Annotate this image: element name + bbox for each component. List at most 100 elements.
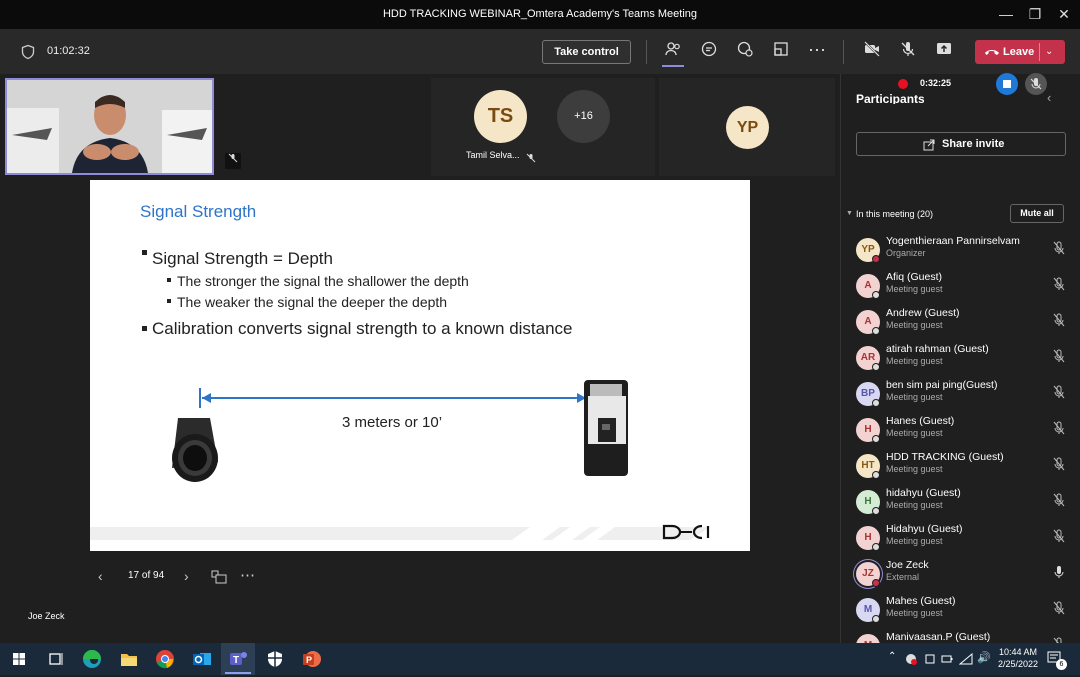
participant-row[interactable]: M Mahes (Guest) Meeting guest [856, 595, 1071, 631]
task-view-icon[interactable] [42, 646, 68, 672]
mic-off-icon[interactable] [1051, 421, 1067, 437]
mic-off-icon[interactable] [1051, 241, 1067, 257]
chevron-down-icon[interactable]: ▼ [846, 210, 853, 217]
chevron-down-icon[interactable]: ⌄ [1045, 40, 1053, 64]
previous-slide-button[interactable]: ‹ [98, 568, 112, 584]
slide-title: Signal Strength [140, 202, 257, 221]
breakout-rooms-icon[interactable] [769, 40, 793, 64]
share-screen-icon[interactable] [932, 40, 956, 64]
mic-on-icon[interactable] [1051, 565, 1067, 581]
participant-row[interactable]: YP Yogenthieraan Pannirselvam Organizer [856, 235, 1071, 271]
mic-off-icon[interactable] [1051, 349, 1067, 365]
participant-role: External [886, 572, 920, 582]
overflow-participants-button[interactable]: +16 [557, 90, 610, 143]
slide-bullet: Calibration converts signal strength to … [152, 319, 573, 338]
slide-more-icon[interactable]: ⋯ [240, 566, 255, 584]
clock-date: 2/25/2022 [997, 659, 1039, 669]
mic-off-icon[interactable] [1051, 313, 1067, 329]
mic-off-icon[interactable] [1051, 457, 1067, 473]
participant-name: Hidahyu (Guest) [886, 523, 963, 535]
drill-head-icon [172, 418, 218, 482]
take-control-button[interactable]: Take control [542, 40, 631, 64]
recording-timer: 0:32:25 [920, 78, 952, 88]
participant-row[interactable]: AR atirah rahman (Guest) Meeting guest [856, 343, 1071, 379]
mic-off-icon[interactable] [1051, 277, 1067, 293]
participant-tile-ts[interactable] [431, 78, 655, 176]
participant-row[interactable]: A Andrew (Guest) Meeting guest [856, 307, 1071, 343]
share-invite-button[interactable]: Share invite [856, 132, 1066, 156]
tray-device-icon[interactable] [924, 652, 936, 664]
participants-icon[interactable] [661, 40, 685, 64]
participant-row[interactable]: BP ben sim pai ping(Guest) Meeting guest [856, 379, 1071, 415]
outlook-icon[interactable] [189, 646, 215, 672]
mute-all-button[interactable]: Mute all [1010, 204, 1064, 223]
presence-status-icon [872, 255, 880, 263]
leave-divider [1039, 43, 1040, 61]
wifi-icon[interactable] [958, 652, 973, 665]
participant-row[interactable]: H Hanes (Guest) Meeting guest [856, 415, 1071, 451]
mic-off-icon[interactable] [1051, 385, 1067, 401]
taskbar-clock[interactable]: 10:44 AM 2/25/2022 [994, 647, 1042, 669]
notification-badge: 6 [1056, 659, 1067, 670]
participant-row[interactable]: HT HDD TRACKING (Guest) Meeting guest [856, 451, 1071, 487]
leave-label: Leave [1003, 46, 1035, 58]
recording-mic-button[interactable] [1025, 73, 1047, 95]
security-shield-icon[interactable] [262, 646, 288, 672]
participant-avatar: M [856, 634, 880, 643]
file-explorer-icon[interactable] [116, 646, 142, 672]
participant-role: Meeting guest [886, 356, 943, 366]
shared-slide: Signal Strength Signal Strength = Depth … [90, 180, 750, 551]
slide-bullet: Signal Strength = Depth [152, 249, 333, 268]
stop-icon [1003, 80, 1011, 88]
teams-icon[interactable]: T [225, 646, 251, 672]
mic-off-icon [1030, 78, 1042, 90]
powerpoint-icon[interactable]: P [299, 646, 325, 672]
close-button[interactable]: ✕ [1046, 0, 1080, 29]
chevron-up-icon[interactable]: ⌃ [888, 651, 896, 662]
stop-recording-button[interactable] [996, 73, 1018, 95]
participant-name: ben sim pai ping(Guest) [886, 379, 998, 391]
participant-name: hidahyu (Guest) [886, 487, 961, 499]
close-panel-icon[interactable]: ‹ [1047, 90, 1051, 105]
presenter-video[interactable] [5, 78, 214, 175]
active-app-indicator [225, 672, 251, 674]
participant-row[interactable]: JZ Joe Zeck External [856, 559, 1071, 595]
recording-dot-icon [898, 79, 908, 89]
reactions-icon[interactable] [733, 40, 757, 64]
mic-off-icon[interactable] [1051, 601, 1067, 617]
participant-name: atirah rahman (Guest) [886, 343, 989, 355]
chrome-icon[interactable] [152, 646, 178, 672]
participant-row[interactable]: A Afiq (Guest) Meeting guest [856, 271, 1071, 307]
more-options-icon[interactable]: ⋯ [805, 40, 829, 64]
dci-logo [662, 523, 712, 541]
edge-browser-icon[interactable] [79, 646, 105, 672]
participant-row[interactable]: Hhidahyu (Guest) Meeting guest [856, 487, 1071, 523]
presence-status-icon [872, 435, 880, 443]
bullet-marker [142, 326, 147, 331]
tray-app-icon[interactable] [904, 652, 918, 666]
share-icon [923, 138, 935, 151]
toolbar-divider [843, 40, 844, 64]
presenter-mic-off-icon [225, 153, 241, 169]
tray-battery-icon[interactable] [941, 652, 953, 664]
chat-icon[interactable] [697, 40, 721, 64]
slide-grid-icon[interactable] [211, 570, 227, 584]
avatar-ts: TS [474, 90, 527, 143]
next-slide-button[interactable]: › [184, 568, 198, 584]
participant-role: Meeting guest [886, 284, 943, 294]
volume-icon[interactable]: 🔊 [977, 651, 991, 664]
mic-off-icon[interactable] [1051, 529, 1067, 545]
mic-off-icon[interactable] [896, 40, 920, 64]
camera-off-icon[interactable] [860, 40, 884, 64]
svg-text:P: P [306, 655, 312, 665]
share-invite-label: Share invite [942, 138, 1005, 150]
start-button-icon[interactable] [6, 646, 32, 672]
participant-row[interactable]: H Hidahyu (Guest) Meeting guest [856, 523, 1071, 559]
mic-off-icon [526, 150, 536, 163]
leave-button[interactable]: Leave ⌄ [975, 40, 1065, 64]
presence-status-icon [872, 579, 880, 587]
participant-name: Yogenthieraan Pannirselvam [886, 235, 1020, 247]
mic-off-icon[interactable] [1051, 493, 1067, 509]
bullet-marker [167, 278, 171, 282]
participant-row[interactable]: M Manivaasan.P (Guest) [856, 631, 1071, 643]
